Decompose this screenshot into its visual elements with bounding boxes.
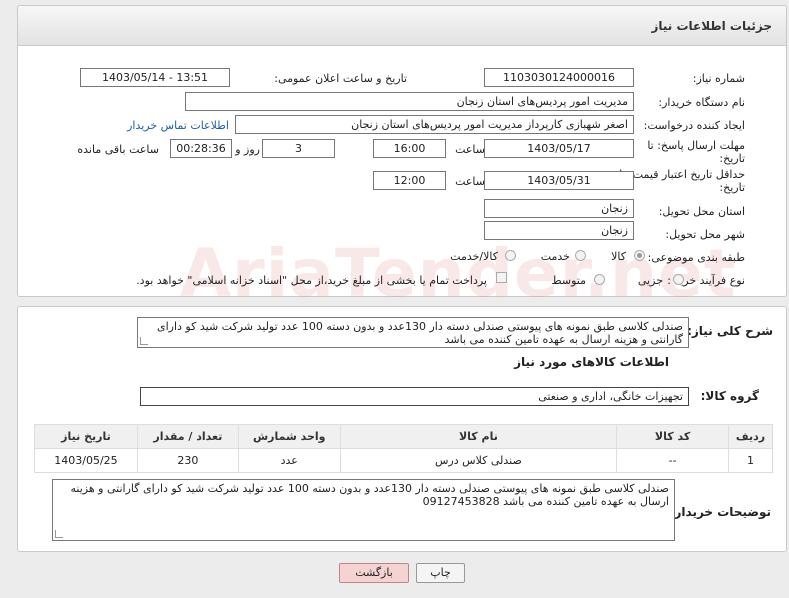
col-header-name: نام کالا: [339, 424, 618, 449]
buyer-org-label: نام دستگاه خریدار:: [658, 96, 745, 109]
resize-grip-icon[interactable]: [55, 530, 63, 538]
summary-textarea: صندلی کلاسی طبق نمونه های پیوستی صندلی د…: [137, 317, 689, 348]
buyer-notes-textarea: صندلی کلاسی طبق نمونه های پیوستی صندلی د…: [52, 479, 675, 541]
process-medium-radio[interactable]: [594, 274, 605, 285]
cell-date: 1403/05/25: [34, 448, 138, 473]
category-goods-radio[interactable]: [634, 250, 645, 261]
category-goods-label: کالا: [611, 250, 626, 263]
items-table: تاریخ نیاز تعداد / مقدار واحد شمارش نام …: [34, 424, 774, 473]
summary-text: صندلی کلاسی طبق نمونه های پیوستی صندلی د…: [157, 320, 683, 346]
resize-grip-icon[interactable]: [140, 337, 148, 345]
col-header-date: تاریخ نیاز: [34, 424, 138, 449]
announce-label: تاریخ و ساعت اعلان عمومی:: [274, 72, 407, 85]
card-header: جزئیات اطلاعات نیاز: [18, 6, 786, 46]
goods-group-label: گروه کالا:: [700, 389, 759, 403]
buyer-notes-text: صندلی کلاسی طبق نمونه های پیوستی صندلی د…: [70, 482, 669, 508]
validity-label-date: تاریخ:: [719, 181, 745, 194]
process-partial-label: جزیی: [637, 274, 663, 287]
validity-time-label: ساعت: [455, 175, 485, 188]
cell-unit: عدد: [237, 448, 341, 473]
treasury-payment-label: پرداخت تمام یا بخشی از مبلغ خرید،از محل …: [136, 274, 487, 287]
day-word-label: روز و: [235, 143, 260, 156]
validity-date-field: 1403/05/31: [484, 171, 634, 190]
table-header-row: تاریخ نیاز تعداد / مقدار واحد شمارش نام …: [34, 424, 774, 449]
category-both-radio[interactable]: [505, 250, 516, 261]
treasury-payment-checkbox[interactable]: [496, 272, 507, 283]
contact-buyer-link[interactable]: اطلاعات تماس خریدار: [127, 119, 229, 132]
deadline-label: مهلت ارسال پاسخ: تا: [647, 139, 745, 152]
remaining-time-field: 00:28:36: [170, 139, 232, 158]
province-label: استان محل تحویل:: [658, 205, 745, 218]
col-header-qty: تعداد / مقدار: [136, 424, 239, 449]
validity-label: حداقل تاریخ اعتبار قیمت: تا: [619, 168, 745, 181]
category-service-label: خدمت: [540, 250, 570, 263]
col-header-unit: واحد شمارش: [237, 424, 341, 449]
buyer-notes-label: توضیحات خریدار:: [669, 505, 771, 519]
cell-row: 1: [727, 448, 774, 473]
deadline-date-field: 1403/05/17: [484, 139, 634, 158]
process-partial-radio[interactable]: [673, 274, 684, 285]
print-button[interactable]: چاپ: [416, 563, 465, 583]
buyer-org-field: مدیریت امور پردیس‌های استان زنجان: [185, 92, 634, 111]
need-number-label: شماره نیاز:: [692, 72, 745, 85]
cell-code: --: [616, 448, 729, 473]
creator-field: اصغر شهبازی کارپرداز مدیریت امور پردیس‌ه…: [235, 115, 634, 134]
col-header-row: ردیف: [727, 424, 774, 449]
remaining-label: ساعت باقی مانده: [77, 143, 159, 156]
city-field: زنجان: [484, 221, 634, 240]
goods-section-title: اطلاعات کالاهای مورد نیاز: [514, 355, 669, 369]
back-button[interactable]: بازگشت: [339, 563, 409, 583]
deadline-label-date: تاریخ:: [719, 152, 745, 165]
goods-group-field: تجهیزات خانگی، اداری و صنعتی: [140, 387, 689, 406]
page-title: جزئیات اطلاعات نیاز: [651, 19, 772, 33]
cell-name: صندلی کلاس درس: [339, 448, 618, 473]
category-both-label: کالا/خدمت: [450, 250, 498, 263]
process-medium-label: متوسط: [551, 274, 586, 287]
deadline-time-field: 16:00: [373, 139, 446, 158]
category-service-radio[interactable]: [575, 250, 586, 261]
deadline-time-label: ساعت: [455, 143, 485, 156]
summary-label: شرح کلی نیاز:: [687, 324, 773, 338]
announce-datetime-field: 1403/05/14 - 13:51: [80, 68, 230, 87]
province-field: زنجان: [484, 199, 634, 218]
cell-qty: 230: [136, 448, 239, 473]
table-row: 1403/05/25 230 عدد صندلی کلاس درس -- 1: [34, 448, 774, 473]
days-field: 3: [262, 139, 335, 158]
creator-label: ایجاد کننده درخواست:: [643, 119, 745, 132]
validity-time-field: 12:00: [373, 171, 446, 190]
category-label: طبقه بندی موضوعی:: [647, 251, 745, 264]
need-number-field: 1103030124000016: [484, 68, 634, 87]
col-header-code: کد کالا: [616, 424, 729, 449]
city-label: شهر محل تحویل:: [665, 228, 745, 241]
